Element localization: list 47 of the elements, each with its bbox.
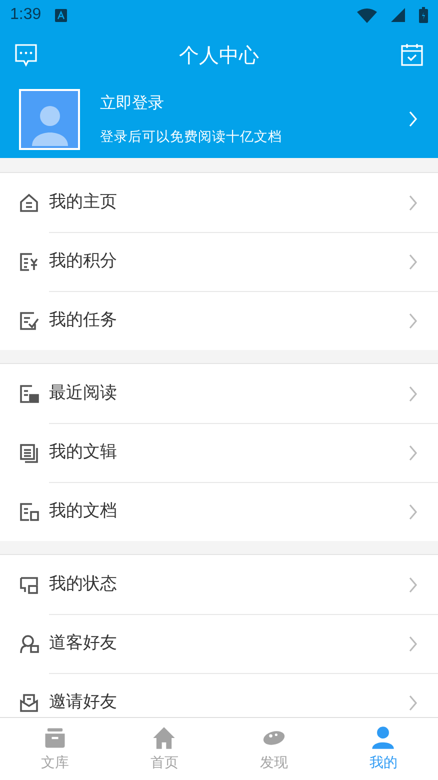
chat-bubble-icon	[14, 43, 38, 67]
calendar-button[interactable]	[400, 43, 424, 67]
menu-item[interactable]: 道客好友	[0, 614, 438, 673]
person-icon	[370, 724, 396, 750]
header-title: 个人中心	[179, 42, 259, 69]
message-button[interactable]	[14, 43, 38, 67]
menu-item-label: 道客好友	[49, 632, 118, 656]
chevron-right-icon	[408, 445, 418, 461]
home-icon	[151, 724, 178, 750]
menu-item[interactable]: 我的任务	[0, 291, 438, 350]
document-stack-icon	[18, 500, 40, 522]
menu-item-label: 我的积分	[49, 250, 118, 274]
menu-item-label: 我的状态	[49, 572, 118, 596]
login-subtitle: 登录后可以免费阅读十亿文档	[100, 128, 283, 147]
menu-item-label: 我的文档	[49, 500, 118, 524]
chevron-right-icon	[408, 576, 418, 592]
chevron-right-icon	[408, 636, 418, 652]
chevron-right-icon	[408, 254, 418, 270]
menu-item[interactable]: 我的状态	[0, 555, 438, 614]
menu-item-label: 我的文辑	[49, 441, 118, 464]
chevron-right-icon	[408, 194, 418, 210]
menu-item[interactable]: 我的文档	[0, 482, 438, 541]
chevron-right-icon	[408, 111, 418, 127]
keyboard-icon	[55, 8, 68, 22]
menu-item-label: 最近阅读	[49, 382, 118, 405]
menu-item[interactable]: 我的文辑	[0, 423, 438, 482]
menu-item-label: 我的任务	[49, 309, 118, 332]
chevron-right-icon	[408, 504, 418, 520]
chevron-right-icon	[408, 695, 418, 711]
menu-item-label: 我的主页	[49, 190, 118, 214]
wifi-icon	[357, 8, 377, 22]
battery-icon	[419, 7, 428, 23]
menu-item-label: 邀请好友	[49, 691, 118, 714]
checklist-icon	[18, 310, 40, 332]
status-time: 1:39	[10, 5, 42, 25]
chevron-right-icon	[408, 386, 418, 402]
chevron-right-icon	[408, 313, 418, 329]
signal-icon	[391, 8, 405, 22]
documents-icon	[18, 442, 40, 464]
envelope-icon	[18, 692, 40, 714]
calendar-check-icon	[400, 43, 424, 67]
document-yen-icon	[18, 250, 40, 272]
person-outline-icon	[18, 632, 40, 654]
menu-item[interactable]: 我的主页	[0, 173, 438, 232]
menu-item[interactable]: 最近阅读	[0, 364, 438, 423]
house-icon	[18, 192, 40, 214]
menu-item[interactable]: 我的积分	[0, 232, 438, 291]
